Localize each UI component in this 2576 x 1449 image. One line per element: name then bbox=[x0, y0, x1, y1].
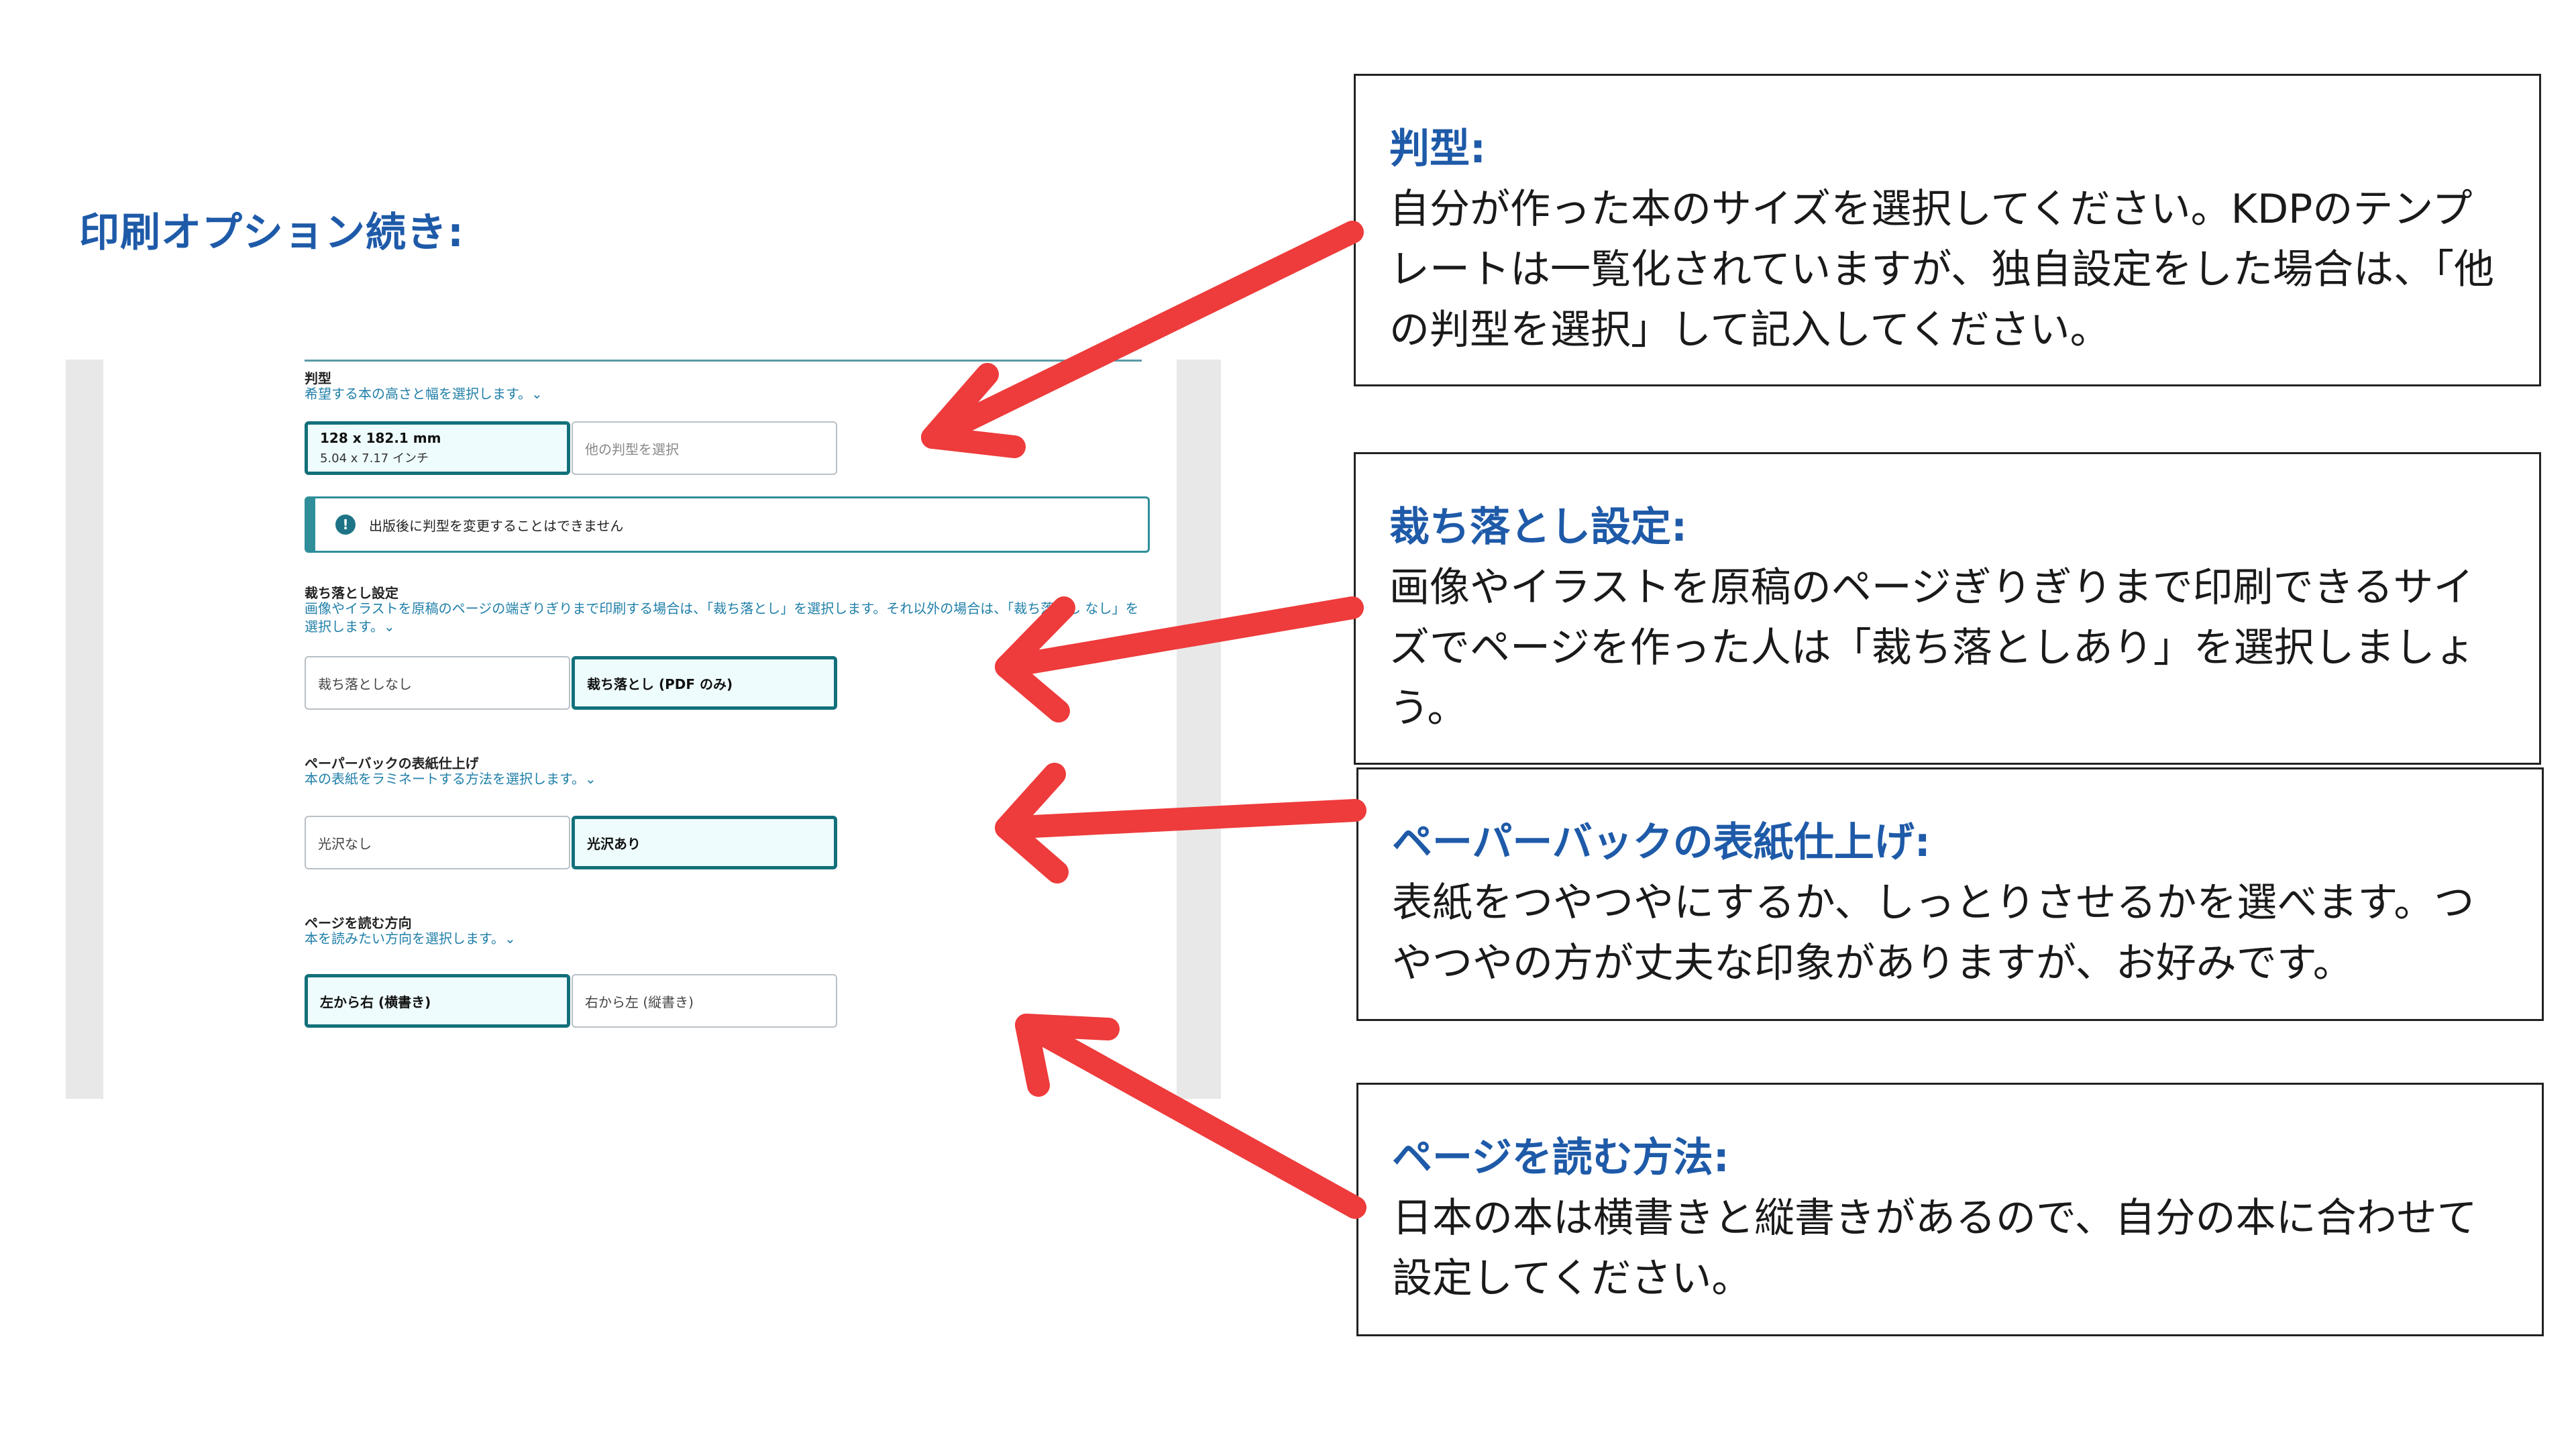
arrow-to-cover-finish bbox=[995, 763, 1366, 883]
arrow-to-reading-direction bbox=[1015, 1014, 1366, 1219]
arrows-layer bbox=[921, 221, 1366, 1219]
arrow-to-trim-size bbox=[921, 221, 1364, 458]
arrow-to-bleed bbox=[995, 596, 1364, 722]
